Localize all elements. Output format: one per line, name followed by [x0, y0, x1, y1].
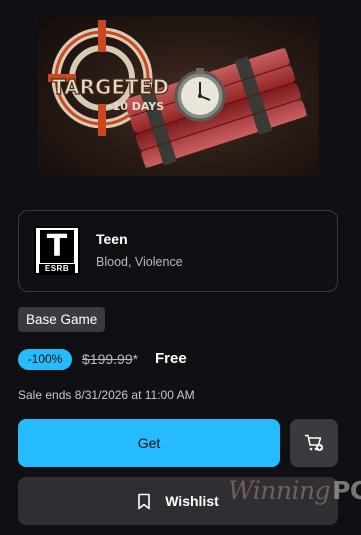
original-price: $199.99* [82, 351, 138, 367]
game-hero-image: TARGETED -10 DAYS [38, 16, 319, 176]
cart-add-icon [304, 434, 324, 452]
product-type-badge: Base Game [18, 307, 106, 332]
watermark-text: Winning [228, 476, 331, 505]
sale-end-notice: Sale ends 8/31/2026 at 11:00 AM [18, 388, 195, 402]
discount-badge: -100% [18, 349, 72, 370]
esrb-letter: T [40, 230, 74, 263]
rating-descriptors: Blood, Violence [96, 255, 183, 269]
watermark-logo: WinningPC [228, 476, 361, 505]
get-button[interactable]: Get [18, 419, 280, 467]
wishlist-label: Wishlist [165, 493, 219, 509]
age-rating-card: T ESRB Teen Blood, Violence [18, 210, 338, 292]
hero-artwork: TARGETED -10 DAYS [48, 20, 308, 169]
svg-text:TARGETED: TARGETED [52, 75, 169, 99]
watermark-suffix: PC [332, 476, 361, 505]
original-price-mark: * [132, 351, 139, 367]
current-price: Free [155, 350, 187, 367]
bookmark-icon [138, 493, 151, 509]
esrb-label: ESRB [39, 264, 75, 273]
original-price-value: $199.99 [82, 351, 133, 367]
rating-title: Teen [96, 231, 128, 247]
esrb-rating-icon: T ESRB [34, 226, 80, 275]
add-to-cart-button[interactable] [290, 419, 338, 467]
svg-text:-10 DAYS: -10 DAYS [108, 100, 164, 113]
